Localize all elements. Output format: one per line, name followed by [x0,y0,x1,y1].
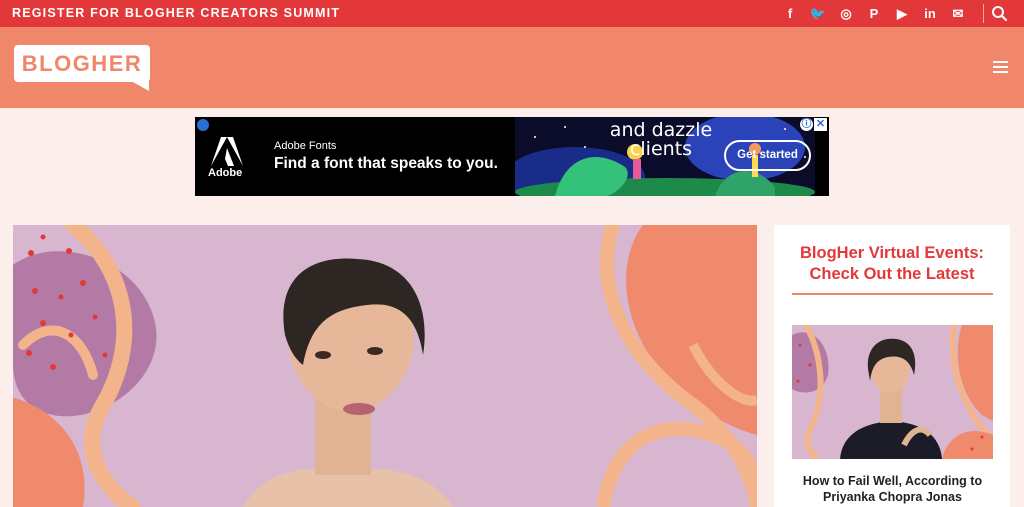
thumbnail-artwork [792,325,993,459]
hero-artwork [13,225,757,507]
ad-get-started-button[interactable]: Get started [724,140,811,171]
top-bar-divider [983,4,984,23]
ad-info-icon[interactable]: ⓘ [800,118,813,131]
social-links: f 🐦 ◎ P ▶ in ✉ [776,0,972,27]
register-summit-link[interactable]: REGISTER FOR BLOGHER CREATORS SUMMIT [12,6,340,20]
hamburger-icon[interactable] [993,61,1008,74]
adobe-fonts-ad-banner[interactable]: Adobe Adobe Fonts Find a font that speak… [195,117,829,196]
blogher-logo[interactable]: BLOGHER [14,45,151,92]
pinterest-icon[interactable]: P [860,0,888,27]
events-sidebar: BlogHer Virtual Events: Check Out the La… [774,225,1010,507]
ad-logo-text: Adobe [208,167,243,179]
ad-tagline: Find a font that speaks to you. [274,155,498,172]
ad-art-text: and dazzle clients [609,119,713,160]
hero-feature-image[interactable] [13,225,757,507]
sidebar-divider [792,293,993,295]
article-thumbnail[interactable] [792,325,993,459]
article-caption-link[interactable]: How to Fail Well, According to Priyanka … [792,473,993,505]
site-header: BLOGHER [0,27,1024,108]
linkedin-icon[interactable]: in [916,0,944,27]
ad-close-icon[interactable]: ✕ [814,118,827,131]
facebook-icon[interactable]: f [776,0,804,27]
logo-speech-tail [131,81,149,91]
sidebar-title: BlogHer Virtual Events: Check Out the La… [800,244,984,283]
email-icon[interactable]: ✉ [944,0,972,27]
search-icon[interactable] [990,4,1010,23]
ad-marker-icon [197,119,209,131]
top-bar: REGISTER FOR BLOGHER CREATORS SUMMIT f 🐦 ◎… [0,0,1024,27]
instagram-icon[interactable]: ◎ [832,0,860,27]
logo-text: BLOGHER [21,51,143,76]
twitter-icon[interactable]: 🐦 [804,0,832,27]
youtube-icon[interactable]: ▶ [888,0,916,27]
ad-brand: Adobe Fonts [274,140,337,152]
